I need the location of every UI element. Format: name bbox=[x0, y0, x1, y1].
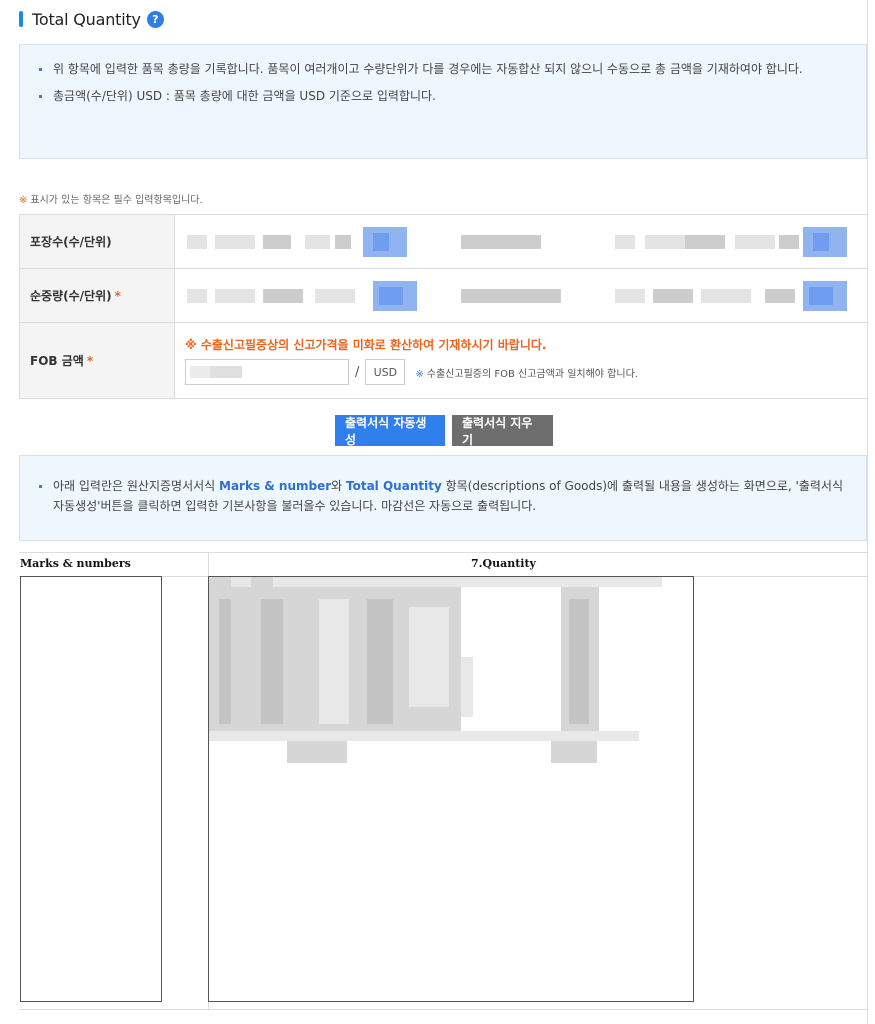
fob-hint: ※ 수출신고필증의 FOB 신고금액과 일치해야 합니다. bbox=[415, 368, 638, 380]
info-item: 아래 입력란은 원산지증명서서식 Marks & number와 Total Q… bbox=[38, 476, 848, 516]
info-box-top: 위 항목에 입력한 품목 총량을 기록합니다. 품목이 여러개이고 수량단위가 … bbox=[19, 44, 867, 159]
label-net-weight: 순중량(수/단위) * bbox=[19, 268, 175, 323]
generate-format-button[interactable]: 출력서식 자동생성 bbox=[335, 415, 445, 447]
label-fob-amount: FOB 금액 * bbox=[19, 322, 175, 399]
required-note-text: 표시가 있는 항목은 필수 입력항목입니다. bbox=[30, 195, 203, 206]
required-star: ※ bbox=[19, 195, 28, 206]
title-accent-bar bbox=[19, 11, 23, 27]
net-weight-fields[interactable] bbox=[174, 268, 868, 323]
action-buttons: 출력서식 자동생성 출력서식 지우기 bbox=[335, 415, 553, 447]
required-note: ※ 표시가 있는 항목은 필수 입력항목입니다. bbox=[19, 191, 203, 206]
currency-field[interactable]: USD bbox=[365, 359, 406, 385]
info-box-bottom: 아래 입력란은 원산지증명서서식 Marks & number와 Total Q… bbox=[19, 455, 867, 541]
label-package-count: 포장수(수/단위) bbox=[19, 214, 175, 269]
fob-amount-cell: ※ 수출신고필증상의 신고가격을 미화로 환산하여 기재하시기 바랍니다. / … bbox=[174, 322, 868, 399]
quantity-textarea[interactable] bbox=[208, 576, 694, 1002]
section-header: Total Quantity ? bbox=[19, 8, 164, 30]
marks-column-header: Marks & numbers bbox=[20, 557, 131, 570]
quantity-form: 포장수(수/단위) 순중량(수/단위) * FOB 금액 * ※ 수출신고필증상… bbox=[19, 214, 868, 399]
output-header: Marks & numbers 7.Quantity bbox=[19, 552, 868, 577]
clear-format-button[interactable]: 출력서식 지우기 bbox=[452, 415, 553, 447]
output-preview: Marks & numbers 7.Quantity bbox=[19, 552, 868, 1010]
fob-warning: ※ 수출신고필증상의 신고가격을 미화로 환산하여 기재하시기 바랍니다. bbox=[185, 338, 547, 352]
fob-amount-input[interactable] bbox=[185, 359, 349, 385]
unit-separator: / bbox=[355, 364, 360, 380]
marks-textarea[interactable] bbox=[20, 576, 162, 1002]
output-bottom-border bbox=[19, 1009, 868, 1010]
info-item: 위 항목에 입력한 품목 총량을 기록합니다. 품목이 여러개이고 수량단위가 … bbox=[38, 59, 848, 79]
package-count-fields[interactable] bbox=[174, 214, 868, 269]
quantity-column-header: 7.Quantity bbox=[471, 557, 536, 570]
info-item: 총금액(수/단위) USD : 품목 총량에 대한 금액을 USD 기준으로 입… bbox=[38, 86, 848, 106]
help-icon[interactable]: ? bbox=[146, 10, 164, 28]
section-title: Total Quantity bbox=[32, 9, 141, 29]
